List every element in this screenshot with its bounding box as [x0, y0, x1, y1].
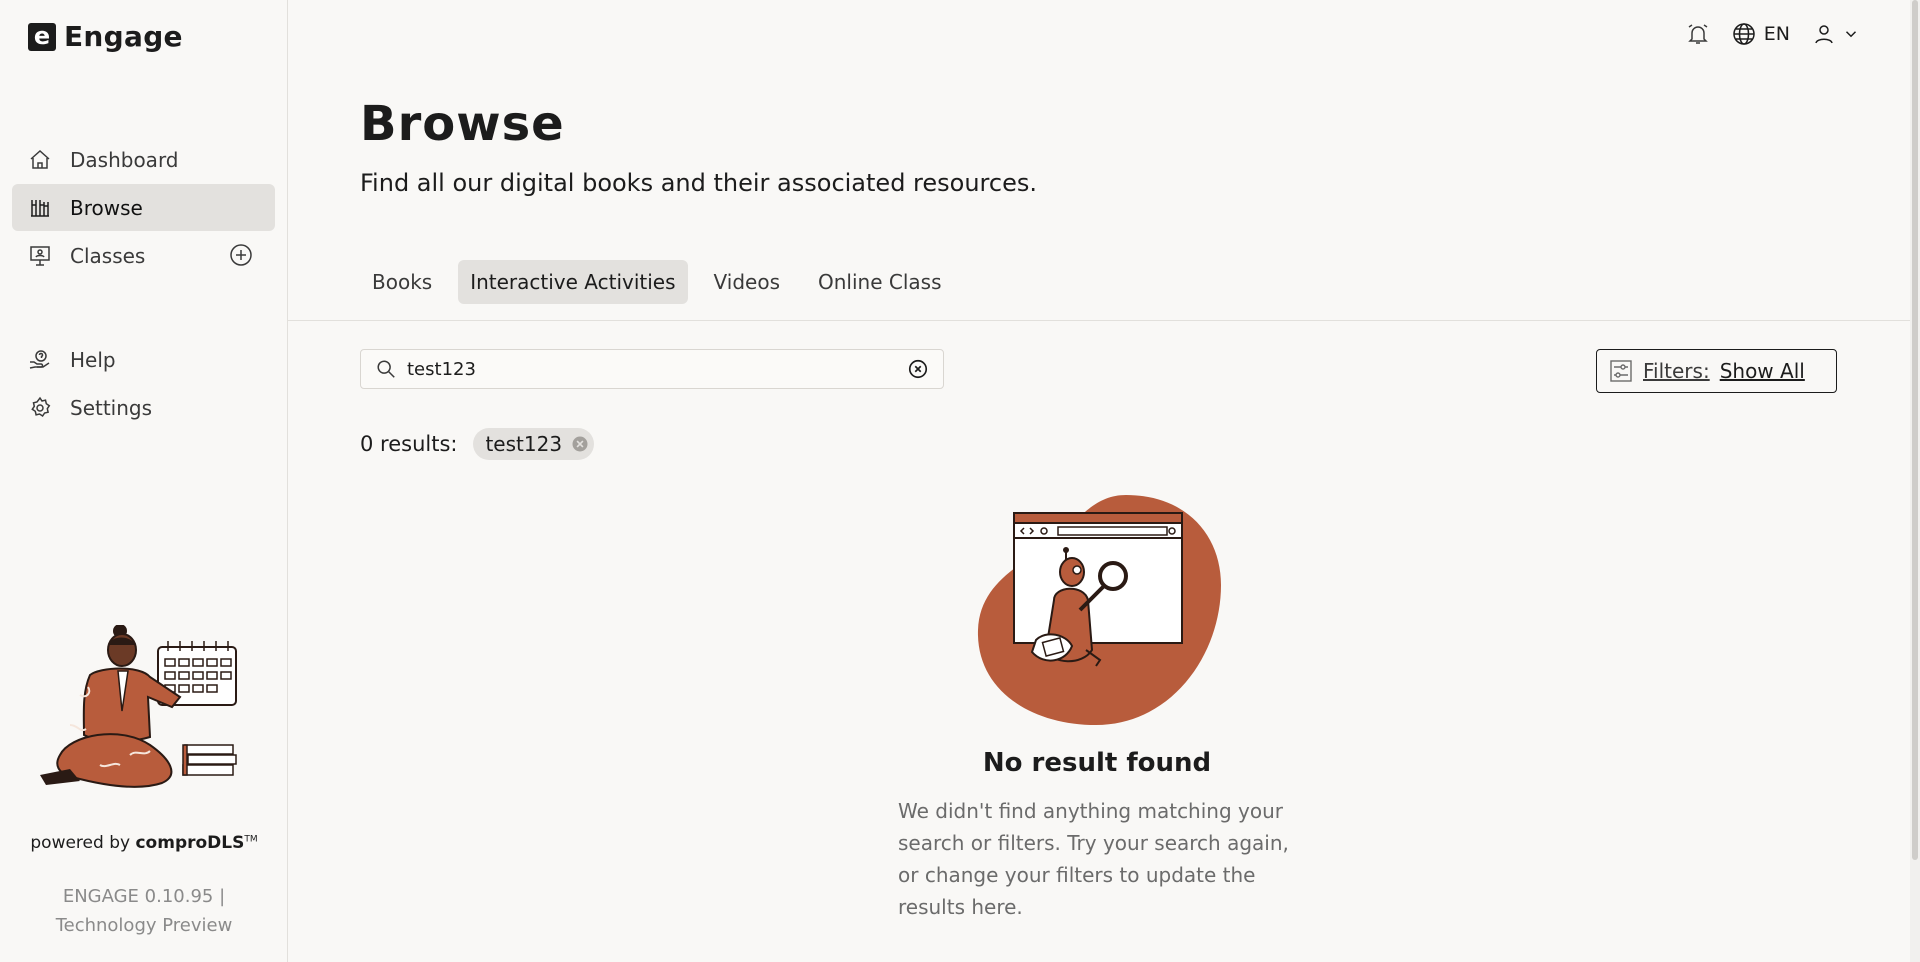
sliders-icon — [1610, 360, 1632, 382]
filters-label: Filters: — [1643, 359, 1710, 383]
sidebar-item-label: Browse — [70, 195, 143, 220]
empty-state-description: We didn't find anything matching your se… — [898, 799, 1289, 919]
sidebar-item-dashboard[interactable]: Dashboard — [12, 136, 275, 183]
language-selector[interactable]: EN — [1732, 22, 1790, 46]
logo-mark: e — [28, 22, 56, 51]
search-box — [360, 349, 944, 389]
help-icon — [29, 349, 50, 369]
add-circle-icon[interactable] — [229, 243, 253, 267]
secondary-nav: Help Settings — [12, 336, 275, 432]
sidebar-item-label: Dashboard — [70, 147, 179, 172]
sidebar-item-classes[interactable]: Classes — [12, 232, 275, 279]
tab-books[interactable]: Books — [360, 260, 444, 304]
sidebar: e Engage Dashboard Browse Classes Help S… — [0, 0, 288, 962]
results-summary: 0 results: test123 — [360, 428, 595, 460]
powered-by: powered by comproDLSTM — [0, 833, 288, 853]
user-icon — [1815, 25, 1833, 44]
teacher-illustration-icon — [40, 625, 237, 788]
app-name: Engage — [64, 20, 183, 53]
powered-by-brand: comproDLS — [135, 833, 245, 853]
sidebar-item-help[interactable]: Help — [12, 336, 275, 383]
page-title: Browse — [360, 96, 565, 152]
user-menu[interactable] — [1812, 22, 1860, 46]
trademark-mark: TM — [244, 834, 258, 845]
results-count: 0 results: — [360, 432, 458, 456]
remove-chip-icon[interactable] — [570, 434, 590, 454]
sidebar-item-settings[interactable]: Settings — [12, 384, 275, 431]
browse-icon — [31, 199, 49, 217]
powered-by-prefix: powered by — [30, 833, 136, 853]
page-scrollbar[interactable] — [1910, 0, 1920, 962]
gear-icon — [31, 396, 51, 417]
language-code: EN — [1763, 23, 1790, 45]
page-subtitle: Find all our digital books and their ass… — [360, 169, 1037, 197]
chip-label: test123 — [485, 432, 563, 456]
filters-button[interactable]: Filters: Show All — [1596, 349, 1837, 393]
sidebar-item-label: Classes — [70, 243, 146, 268]
tabs-divider — [288, 320, 1910, 321]
content-tabs: Books Interactive Activities Videos Onli… — [360, 260, 954, 304]
search-input[interactable] — [407, 358, 907, 380]
empty-state-title: No result found — [982, 748, 1212, 778]
scrollbar-thumb[interactable] — [1912, 0, 1918, 860]
search-icon — [377, 360, 395, 378]
sidebar-item-label: Settings — [70, 395, 153, 420]
filters-value: Show All — [1719, 359, 1805, 383]
tab-online-class[interactable]: Online Class — [806, 260, 954, 304]
sidebar-item-browse[interactable]: Browse — [12, 184, 275, 231]
topbar: EN — [1686, 22, 1860, 46]
app-logo[interactable]: e Engage — [28, 20, 183, 53]
chevron-down-icon — [1845, 31, 1857, 38]
tab-videos[interactable]: Videos — [702, 260, 792, 304]
version-info: ENGAGE 0.10.95 | Technology Preview — [0, 882, 288, 940]
classes-icon — [30, 245, 50, 266]
globe-icon — [1733, 23, 1755, 45]
home-icon — [30, 149, 50, 169]
clear-search-icon[interactable] — [907, 358, 929, 380]
version-number: ENGAGE 0.10.95 | — [62, 886, 226, 907]
tab-interactive-activities[interactable]: Interactive Activities — [458, 260, 688, 304]
alarm-bell-icon[interactable] — [1686, 22, 1710, 46]
sidebar-item-label: Help — [70, 347, 116, 372]
main-nav: Dashboard Browse Classes — [12, 136, 275, 280]
search-term-chip[interactable]: test123 — [473, 428, 595, 460]
no-results-robot-icon — [977, 495, 1221, 725]
version-channel: Technology Preview — [55, 915, 233, 936]
